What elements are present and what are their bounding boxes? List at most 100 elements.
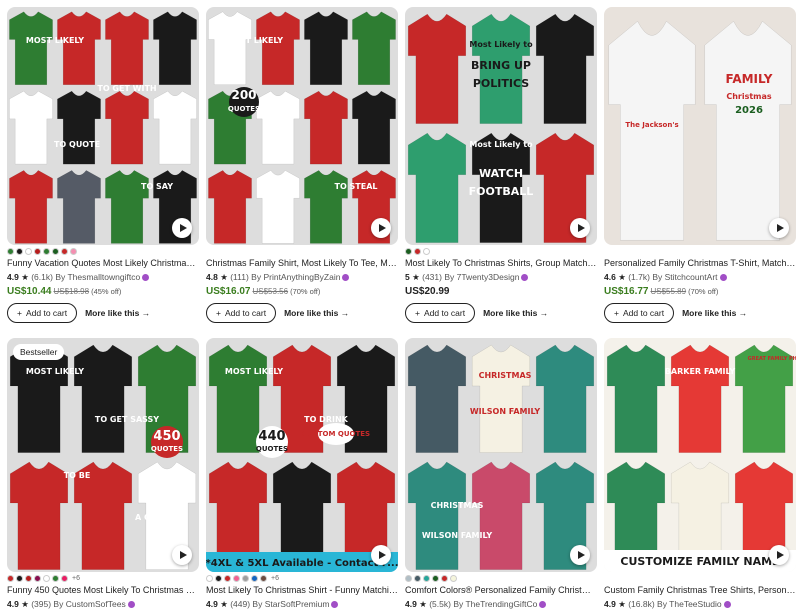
- play-video-icon[interactable]: [371, 218, 391, 238]
- color-swatch[interactable]: [423, 575, 430, 582]
- play-video-icon[interactable]: [570, 545, 590, 565]
- add-to-cart-button[interactable]: + Add to cart: [206, 303, 277, 323]
- add-to-cart-button[interactable]: + Add to cart: [7, 303, 78, 323]
- color-swatch[interactable]: [224, 575, 231, 582]
- color-swatch[interactable]: [432, 575, 439, 582]
- color-swatch[interactable]: [233, 575, 240, 582]
- shop-name[interactable]: By TheTeeStudio: [657, 599, 722, 609]
- play-video-icon[interactable]: [769, 545, 789, 565]
- tshirt-shape: [608, 20, 696, 241]
- product-image[interactable]: FAMILY Christmas 2026 The Jackson's: [604, 7, 796, 245]
- product-photo: MOST LIKELY TO DRINK 440QUOTES CUSTOM QUOTE…: [206, 338, 398, 572]
- color-swatch[interactable]: [61, 248, 68, 255]
- product-title[interactable]: Personalized Family Christmas T-Shirt, M…: [604, 258, 796, 269]
- play-video-icon[interactable]: [769, 218, 789, 238]
- product-rating: 4.9 ★ (6.1k) By Thesmalltowngiftco: [7, 272, 199, 283]
- color-swatch[interactable]: [441, 575, 448, 582]
- product-card[interactable]: MOST LIKELY TO GET SASSY TO BE A GRINCH 450 Q…: [7, 338, 199, 610]
- product-image[interactable]: CHRISTMAS WILSON FAMILY CHRISTMAS WILSON FA…: [405, 338, 597, 572]
- product-card[interactable]: MOST LIKELY TO DRINK 440 QUOTES CUSTOM QUOTE…: [206, 338, 398, 610]
- shop-name[interactable]: By StarSoftPremium: [252, 599, 329, 609]
- color-swatch[interactable]: [242, 575, 249, 582]
- color-swatch[interactable]: [70, 248, 77, 255]
- product-title[interactable]: Funny 450 Quotes Most Likely To Christma…: [7, 585, 199, 596]
- product-image[interactable]: BARKER FAMILY CUSTOMIZE FAMILY NAME GREAT …: [604, 338, 796, 572]
- color-swatch[interactable]: [25, 248, 32, 255]
- color-swatch[interactable]: [414, 248, 421, 255]
- play-video-icon[interactable]: [570, 218, 590, 238]
- color-swatch[interactable]: [215, 575, 222, 582]
- color-swatch[interactable]: [7, 575, 14, 582]
- product-photo: Most Likely to BRING UP POLITICS Most Likel…: [405, 7, 597, 245]
- color-swatch[interactable]: [52, 575, 59, 582]
- product-image[interactable]: MOST LIKELY TO GET WITH TO QUOTE TO SAY: [7, 7, 199, 245]
- review-count: (395): [31, 599, 52, 609]
- product-title[interactable]: Most Likely To Christmas Shirt - Funny M…: [206, 585, 398, 596]
- color-swatch[interactable]: [52, 248, 59, 255]
- shop-name[interactable]: By CustomSofTees: [53, 599, 125, 609]
- color-swatch[interactable]: [405, 248, 412, 255]
- product-image[interactable]: MOST LIKELY 200 QUOTES TO STEAL: [206, 7, 398, 245]
- color-swatch[interactable]: [450, 575, 457, 582]
- shop-name[interactable]: By StitchcountArt: [652, 272, 717, 282]
- product-card[interactable]: MOST LIKELY 200 QUOTES TO STEAL Christmas Fa…: [206, 7, 398, 323]
- tshirt-shape: [9, 90, 53, 165]
- product-card[interactable]: MOST LIKELY TO GET WITH TO QUOTE TO SAY Funn…: [7, 7, 199, 323]
- color-swatch[interactable]: [43, 575, 50, 582]
- product-title[interactable]: Custom Family Christmas Tree Shirts, Per…: [604, 585, 796, 596]
- color-swatch[interactable]: [7, 248, 14, 255]
- more-like-this-link[interactable]: More like this →: [682, 308, 747, 318]
- rating-value: 4.9: [405, 599, 417, 609]
- product-image[interactable]: MOST LIKELY TO GET SASSY TO BE A GRINCH 450 Q…: [7, 338, 199, 572]
- product-rating: 5 ★ (431) By 7Twenty3Design: [405, 272, 597, 283]
- review-count: (431): [422, 272, 442, 282]
- more-like-this-link[interactable]: More like this →: [85, 308, 150, 318]
- play-video-icon[interactable]: [172, 545, 192, 565]
- original-price: US$55.89: [650, 287, 687, 296]
- more-like-this-link[interactable]: More like this →: [483, 308, 548, 318]
- product-card[interactable]: BARKER FAMILY CUSTOMIZE FAMILY NAME GREAT …: [604, 338, 796, 610]
- rating-value: 4.9: [7, 599, 19, 609]
- shop-name[interactable]: By 7Twenty3Design: [444, 272, 519, 282]
- color-swatch[interactable]: [423, 248, 430, 255]
- color-swatch[interactable]: [34, 248, 41, 255]
- product-image[interactable]: Most Likely to BRING UP POLITICS Most Likel…: [405, 7, 597, 245]
- play-video-icon[interactable]: [371, 545, 391, 565]
- product-image[interactable]: MOST LIKELY TO DRINK 440 QUOTES CUSTOM QUOTE…: [206, 338, 398, 572]
- shirt-print-text: CHRISTMAS: [431, 501, 484, 510]
- more-like-this-link[interactable]: More like this →: [284, 308, 349, 318]
- product-title[interactable]: Comfort Colors® Personalized Family Chri…: [405, 585, 597, 596]
- add-to-cart-button[interactable]: + Add to cart: [405, 303, 476, 323]
- color-swatch[interactable]: [25, 575, 32, 582]
- color-swatch[interactable]: [34, 575, 41, 582]
- add-to-cart-label: Add to cart: [423, 308, 466, 318]
- shop-name[interactable]: By TheTrendingGiftCo: [453, 599, 537, 609]
- product-title[interactable]: Christmas Family Shirt, Most Likely To T…: [206, 258, 398, 269]
- shop-name[interactable]: By PrintAnythingByZain: [251, 272, 340, 282]
- shirt-print-text: POLITICS: [473, 77, 529, 90]
- product-card[interactable]: FAMILY Christmas 2026 The Jackson's Personal…: [604, 7, 796, 323]
- tshirt-shape: [606, 344, 666, 453]
- color-swatch[interactable]: [61, 575, 68, 582]
- color-swatch[interactable]: [43, 248, 50, 255]
- product-title[interactable]: Funny Vacation Quotes Most Likely Christ…: [7, 258, 199, 269]
- color-swatch[interactable]: [206, 575, 213, 582]
- color-swatch[interactable]: [16, 575, 23, 582]
- shop-name[interactable]: By Thesmalltowngiftco: [55, 272, 140, 282]
- product-grid: MOST LIKELY TO GET WITH TO QUOTE TO SAY Funn…: [0, 0, 800, 615]
- star-icon: ★: [618, 599, 626, 609]
- color-swatch[interactable]: [405, 575, 412, 582]
- color-swatches: [405, 247, 597, 256]
- product-card[interactable]: CHRISTMAS WILSON FAMILY CHRISTMAS WILSON FA…: [405, 338, 597, 610]
- color-swatch[interactable]: [16, 248, 23, 255]
- color-swatch[interactable]: [414, 575, 421, 582]
- product-card[interactable]: Most Likely to BRING UP POLITICS Most Likel…: [405, 7, 597, 323]
- tshirt-shape: [407, 132, 467, 243]
- add-to-cart-button[interactable]: + Add to cart: [604, 303, 675, 323]
- play-video-icon[interactable]: [172, 218, 192, 238]
- star-seller-icon: [127, 601, 135, 608]
- color-swatch[interactable]: [251, 575, 258, 582]
- tshirt-shape: [407, 344, 467, 453]
- color-swatch[interactable]: [260, 575, 267, 582]
- product-title[interactable]: Most Likely To Christmas Shirts, Group M…: [405, 258, 597, 269]
